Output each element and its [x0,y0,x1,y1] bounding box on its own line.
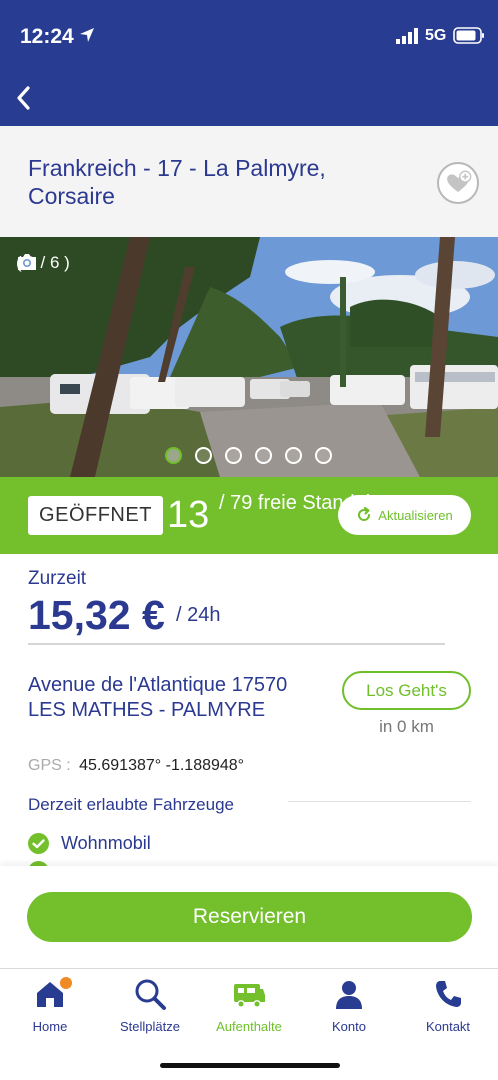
divider [288,801,471,802]
tab-aufenthalte[interactable]: Aufenthalte [199,977,299,1034]
tab-kontakt[interactable]: Kontakt [398,977,498,1034]
tab-stellplaetze[interactable]: Stellplätze [100,977,200,1034]
network-label: 5G [425,27,447,44]
check-icon [28,833,49,854]
photo-dot-1[interactable] [165,447,182,464]
home-indicator [160,1063,340,1068]
price-label: Zurzeit [28,568,87,589]
favorite-button[interactable] [437,162,479,204]
refresh-icon [358,507,371,521]
address: Avenue de l'Atlantique 17570 LES MATHES … [28,674,288,721]
gps-label: GPS : [28,757,71,774]
signal-icon [396,28,418,44]
gps-row: GPS : 45.691387° -1.188948° [28,757,244,775]
photo-pagination [165,447,332,464]
tab-label: Home [32,1019,68,1034]
open-status-badge: GEÖFFNET [28,496,163,535]
status-bar: 12:24 5G [0,0,498,72]
tab-home[interactable]: Home [0,977,100,1034]
refresh-label: Aktualisieren [378,507,453,523]
divider [28,643,445,645]
title-card: Frankreich - 17 - La Palmyre, Corsaire [0,126,498,237]
photo-gallery[interactable]: ( 1 / 6 ) [0,237,498,477]
free-spots-count: 13 [167,494,210,536]
tab-label: Aufenthalte [216,1019,282,1034]
photo-dot-2[interactable] [195,447,212,464]
availability-strip: GEÖFFNET 13 / 79 freie Standplätze Aktua… [0,477,498,554]
refresh-button[interactable]: Aktualisieren [338,495,471,535]
location-arrow-icon [80,28,94,42]
tab-label: Stellplätze [120,1019,180,1034]
navigate-button[interactable]: Los Geht's [342,671,471,710]
allowed-vehicles-title: Derzeit erlaubte Fahrzeuge [28,795,235,814]
search-icon [135,979,166,1010]
nav-bar [0,72,498,126]
vehicle-label: Wohnmobil [61,833,151,853]
reserve-button[interactable]: Reservieren [27,892,472,942]
distance: in 0 km [379,717,434,736]
price-unit: / 24h [176,604,221,626]
tab-konto[interactable]: Konto [299,977,399,1034]
reserve-area: Reservieren [0,866,498,968]
photo-dot-4[interactable] [255,447,272,464]
notification-badge [60,977,72,989]
user-icon [336,981,362,1009]
tab-label: Konto [332,1019,366,1034]
back-button[interactable] [10,78,46,118]
battery-icon [453,27,484,44]
photo-counter: ( 1 / 6 ) [16,253,70,273]
camper-icon [234,984,265,1008]
vehicle-item: Wohnmobil [28,833,151,854]
camera-icon [18,254,36,270]
gps-value: 45.691387° -1.188948° [79,757,245,774]
tab-label: Kontakt [425,1019,471,1034]
campsite-photo [0,237,498,477]
price-value: 15,32 € [28,592,165,638]
page-title: Frankreich - 17 - La Palmyre, Corsaire [28,155,326,209]
photo-dot-5[interactable] [285,447,302,464]
phone-icon [436,981,461,1007]
photo-dot-3[interactable] [225,447,242,464]
photo-dot-6[interactable] [315,447,332,464]
status-time: 12:24 [20,25,74,48]
